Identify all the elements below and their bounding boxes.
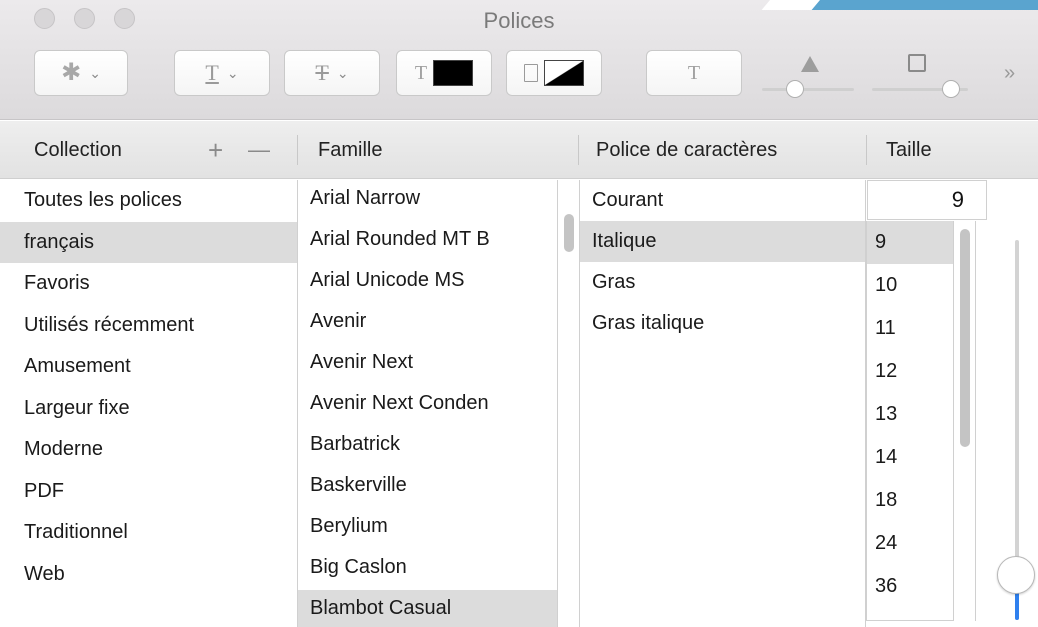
document-color-swatch <box>544 60 584 86</box>
collection-item[interactable]: Largeur fixe <box>0 388 297 430</box>
size-input[interactable] <box>867 180 987 220</box>
scrollbar-thumb[interactable] <box>564 214 574 252</box>
family-item[interactable]: Barbatrick <box>298 426 557 467</box>
header-typeface: Police de caractères <box>596 139 778 161</box>
action-menu-button[interactable]: ✱ ⌄ <box>34 50 128 96</box>
family-item[interactable]: Avenir Next Conden <box>298 385 557 426</box>
more-toolbar-items-icon[interactable]: » <box>1004 62 1015 85</box>
size-item[interactable]: 13 <box>867 393 953 436</box>
typeface-item[interactable]: Gras <box>580 262 865 303</box>
text-color-button[interactable]: T <box>396 50 492 96</box>
size-slider-fill <box>1015 590 1019 620</box>
typeface-list[interactable]: Courant Italique Gras Gras italique <box>580 180 866 627</box>
size-item[interactable]: 14 <box>867 436 953 479</box>
header-collection: Collection <box>34 139 122 161</box>
collection-item[interactable]: Amusement <box>0 346 297 388</box>
collection-item[interactable]: Moderne <box>0 429 297 471</box>
collection-item-selected[interactable]: français <box>0 221 297 263</box>
family-item[interactable]: Avenir Next <box>298 344 557 385</box>
gear-icon: ✱ <box>61 59 82 86</box>
document-icon <box>524 64 538 82</box>
underline-menu-button[interactable]: T ⌄ <box>174 50 270 96</box>
family-item[interactable]: Arial Narrow <box>298 180 557 221</box>
size-list[interactable]: 9 10 11 12 13 14 18 24 36 <box>866 221 954 621</box>
collection-item[interactable]: Traditionnel <box>0 512 297 554</box>
typeface-item[interactable]: Courant <box>580 180 865 221</box>
square-icon <box>908 54 926 72</box>
slider-knob[interactable] <box>786 80 804 98</box>
size-item-selected[interactable]: 9 <box>867 221 953 264</box>
window-corner-accent <box>770 0 1038 10</box>
family-item[interactable]: Arial Rounded MT B <box>298 221 557 262</box>
size-item[interactable]: 24 <box>867 522 953 565</box>
text-shadow-icon: T <box>687 61 701 84</box>
typeface-item-selected[interactable]: Italique <box>580 221 865 262</box>
scrollbar-thumb[interactable] <box>960 229 970 447</box>
family-item-selected[interactable]: Blambot Casual <box>298 590 557 627</box>
shadow-blur-slider[interactable] <box>872 52 968 100</box>
window-title: Polices <box>483 8 555 33</box>
underline-icon: T <box>205 60 219 85</box>
header-size: Taille <box>886 139 932 161</box>
text-shadow-button[interactable]: T <box>646 50 742 96</box>
collection-item[interactable]: Toutes les polices <box>0 180 297 222</box>
family-item[interactable]: Arial Unicode MS <box>298 262 557 303</box>
family-list[interactable]: Arial Narrow Arial Rounded MT B Arial Un… <box>298 180 558 627</box>
titlebar: Polices ✱ ⌄ T ⌄ T ⌄ T T » <box>0 0 1038 120</box>
shadow-opacity-slider[interactable] <box>762 52 854 100</box>
chevron-down-icon: ⌄ <box>336 64 349 81</box>
text-color-icon: T <box>414 61 428 84</box>
collection-item[interactable]: Web <box>0 554 297 596</box>
size-item[interactable]: 10 <box>867 264 953 307</box>
remove-collection-button[interactable]: — <box>248 121 270 179</box>
size-item[interactable]: 12 <box>867 350 953 393</box>
chevron-down-icon: ⌄ <box>226 64 239 81</box>
size-scrollbar[interactable] <box>954 221 976 621</box>
triangle-up-icon <box>801 56 819 72</box>
add-collection-button[interactable]: + <box>208 121 223 179</box>
size-item[interactable]: 11 <box>867 307 953 350</box>
header-family: Famille <box>318 139 383 161</box>
collection-list[interactable]: Toutes les polices français Favoris Util… <box>0 180 298 627</box>
size-slider-knob[interactable] <box>997 556 1035 594</box>
typeface-item[interactable]: Gras italique <box>580 303 865 344</box>
collection-item[interactable]: Utilisés récemment <box>0 305 297 347</box>
size-item[interactable]: 18 <box>867 479 953 522</box>
collection-item[interactable]: Favoris <box>0 263 297 305</box>
strikethrough-icon: T <box>315 60 329 85</box>
family-item[interactable]: Baskerville <box>298 467 557 508</box>
family-item[interactable]: Avenir <box>298 303 557 344</box>
family-item[interactable]: Big Caslon <box>298 549 557 590</box>
slider-knob[interactable] <box>942 80 960 98</box>
size-item[interactable]: 36 <box>867 565 953 608</box>
strikethrough-menu-button[interactable]: T ⌄ <box>284 50 380 96</box>
column-headers: Collection + — Famille Police de caractè… <box>0 121 1038 179</box>
fonts-window: Polices ✱ ⌄ T ⌄ T ⌄ T T » Collection + —… <box>0 0 1038 627</box>
collection-item[interactable]: PDF <box>0 471 297 513</box>
chevron-down-icon: ⌄ <box>89 64 101 81</box>
document-color-button[interactable] <box>506 50 602 96</box>
family-item[interactable]: Berylium <box>298 508 557 549</box>
family-scrollbar[interactable] <box>558 180 580 627</box>
text-color-swatch <box>433 60 474 86</box>
